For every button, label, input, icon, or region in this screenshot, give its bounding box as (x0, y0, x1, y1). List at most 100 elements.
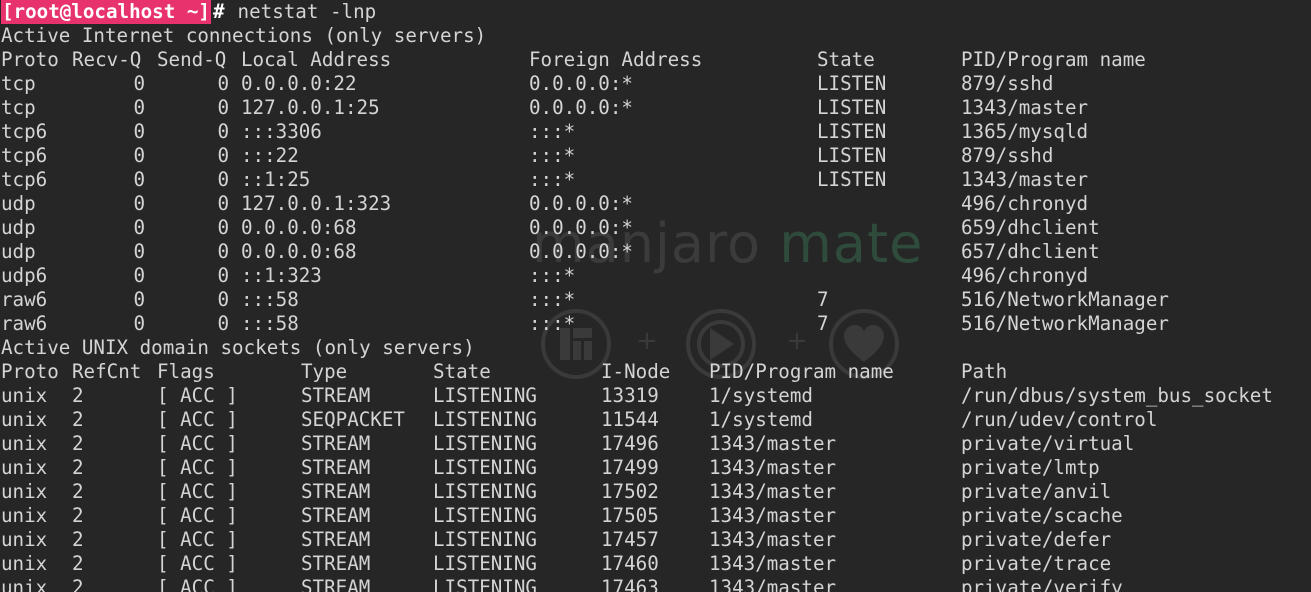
inet-cell-local: 0.0.0.0:68 (241, 216, 357, 239)
inet-cell-recvq: 0 (133, 168, 145, 191)
inet-cell-sendq: 0 (217, 168, 229, 191)
inet-cell-sendq: 0 (217, 120, 229, 143)
inet-cell-sendq: 0 (217, 240, 229, 263)
inet-header-sendq: Send-Q (157, 48, 227, 71)
unix-cell-pid: 1/systemd (709, 384, 813, 407)
inet-cell-proto: tcp6 (1, 144, 48, 167)
inet-cell-pid: 496/chronyd (961, 192, 1089, 215)
unix-cell-flags: [ ACC ] (157, 456, 238, 479)
inet-table-row: udp 0 0 0.0.0.0:68 0.0.0.0:* 657/dhclient (0, 240, 1311, 264)
inet-cell-sendq: 0 (217, 288, 229, 311)
unix-cell-pid: 1/systemd (709, 408, 813, 431)
inet-cell-recvq: 0 (133, 96, 145, 119)
unix-cell-inode: 11544 (601, 408, 659, 431)
unix-cell-path: private/defer (961, 528, 1112, 551)
unix-header-state: State (433, 360, 491, 383)
inet-cell-state: 7 (817, 312, 829, 335)
prompt-line: [root@localhost ~] # netstat -lnp (0, 0, 1311, 24)
inet-cell-foreign: :::* (529, 144, 576, 167)
unix-header-refcnt: RefCnt (72, 360, 142, 383)
command-text: netstat -lnp (226, 0, 377, 23)
inet-cell-foreign: 0.0.0.0:* (529, 216, 633, 239)
unix-cell-pid: 1343/master (709, 480, 837, 503)
inet-cell-pid: 657/dhclient (961, 240, 1100, 263)
unix-cell-pid: 1343/master (709, 552, 837, 575)
inet-cell-proto: tcp6 (1, 120, 48, 143)
inet-cell-foreign: :::* (529, 312, 576, 335)
inet-cell-sendq: 0 (217, 312, 229, 335)
unix-cell-state: LISTENING (433, 504, 537, 527)
inet-cell-local: :::3306 (241, 120, 322, 143)
inet-cell-proto: raw6 (1, 312, 48, 335)
inet-header-foreign: Foreign Address (529, 48, 703, 71)
inet-table-row: raw6 0 0:::58:::* 7 516/NetworkManager (0, 288, 1311, 312)
unix-cell-type: STREAM (301, 504, 371, 527)
inet-cell-pid: 516/NetworkManager (961, 288, 1169, 311)
unix-cell-state: LISTENING (433, 480, 537, 503)
inet-cell-recvq: 0 (133, 216, 145, 239)
unix-table-row: unix 2 [ ACC ] STREAM LISTENING 17499 1343/mas… (0, 456, 1311, 480)
inet-header-state: State (817, 48, 875, 71)
unix-table-row: unix 2 [ ACC ] STREAM LISTENING 17463 1343/mas… (0, 576, 1311, 592)
unix-header-pid: PID/Program name (709, 360, 894, 383)
inet-cell-state: 7 (817, 288, 829, 311)
inet-table-row: tcp6 0 0::1:25:::* LISTEN 1343/master (0, 168, 1311, 192)
inet-cell-local: ::1:323 (241, 264, 322, 287)
inet-cell-pid: 1343/master (961, 96, 1089, 119)
unix-cell-proto: unix (1, 408, 48, 431)
unix-cell-type: STREAM (301, 456, 371, 479)
unix-cell-refcnt: 2 (72, 456, 84, 479)
inet-cell-proto: udp (1, 216, 36, 239)
unix-table-row: unix 2 [ ACC ] STREAM LISTENING 17460 1343/mas… (0, 552, 1311, 576)
unix-table-row: unix 2 [ ACC ] SEQPACKET LISTENING 11544 1/sys… (0, 408, 1311, 432)
unix-cell-refcnt: 2 (72, 504, 84, 527)
inet-cell-sendq: 0 (217, 96, 229, 119)
unix-table-row: unix 2 [ ACC ] STREAM LISTENING 13319 1/system… (0, 384, 1311, 408)
inet-cell-recvq: 0 (133, 288, 145, 311)
unix-cell-pid: 1343/master (709, 456, 837, 479)
unix-cell-path: /run/dbus/system_bus_socket (961, 384, 1273, 407)
inet-cell-state: LISTEN (817, 120, 887, 143)
terminal-window[interactable]: manjaro mate + + [root@localhost ~] # ne… (0, 0, 1311, 592)
inet-cell-foreign: :::* (529, 120, 576, 143)
inet-cell-recvq: 0 (133, 144, 145, 167)
inet-cell-local: :::22 (241, 144, 299, 167)
inet-cell-pid: 879/sshd (961, 144, 1054, 167)
unix-cell-refcnt: 2 (72, 552, 84, 575)
unix-cell-state: LISTENING (433, 552, 537, 575)
unix-header-inode: I-Node (601, 360, 671, 383)
inet-table-row: tcp6 0 0:::3306:::* LISTEN 1365/mysqld (0, 120, 1311, 144)
inet-cell-recvq: 0 (133, 240, 145, 263)
unix-cell-path: private/lmtp (961, 456, 1100, 479)
unix-cell-type: STREAM (301, 576, 371, 592)
unix-cell-flags: [ ACC ] (157, 552, 238, 575)
inet-cell-proto: tcp6 (1, 168, 48, 191)
inet-cell-recvq: 0 (133, 192, 145, 215)
unix-cell-type: STREAM (301, 480, 371, 503)
unix-header-proto: Proto (1, 360, 59, 383)
unix-cell-proto: unix (1, 528, 48, 551)
unix-cell-type: STREAM (301, 384, 371, 407)
unix-cell-proto: unix (1, 576, 48, 592)
inet-cell-foreign: :::* (529, 168, 576, 191)
inet-header-pid: PID/Program name (961, 48, 1146, 71)
unix-cell-inode: 17505 (601, 504, 659, 527)
inet-cell-recvq: 0 (133, 120, 145, 143)
unix-table-row: unix 2 [ ACC ] STREAM LISTENING 17502 1343/mas… (0, 480, 1311, 504)
unix-cell-pid: 1343/master (709, 576, 837, 592)
unix-cell-type: SEQPACKET (301, 408, 405, 431)
unix-header-flags: Flags (157, 360, 215, 383)
inet-cell-foreign: 0.0.0.0:* (529, 72, 633, 95)
inet-cell-state: LISTEN (817, 72, 887, 95)
inet-heading-line: Active Internet connections (only server… (0, 24, 1311, 48)
unix-table-row: unix 2 [ ACC ] STREAM LISTENING 17496 1343/mas… (0, 432, 1311, 456)
unix-cell-inode: 17460 (601, 552, 659, 575)
inet-table-row: udp6 0 0::1:323:::* 496/chronyd (0, 264, 1311, 288)
inet-cell-foreign: 0.0.0.0:* (529, 240, 633, 263)
unix-cell-inode: 13319 (601, 384, 659, 407)
inet-cell-sendq: 0 (217, 72, 229, 95)
inet-table-row: tcp6 0 0:::22:::* LISTEN 879/sshd (0, 144, 1311, 168)
unix-cell-path: private/verify (961, 576, 1123, 592)
inet-cell-foreign: :::* (529, 264, 576, 287)
unix-cell-state: LISTENING (433, 456, 537, 479)
